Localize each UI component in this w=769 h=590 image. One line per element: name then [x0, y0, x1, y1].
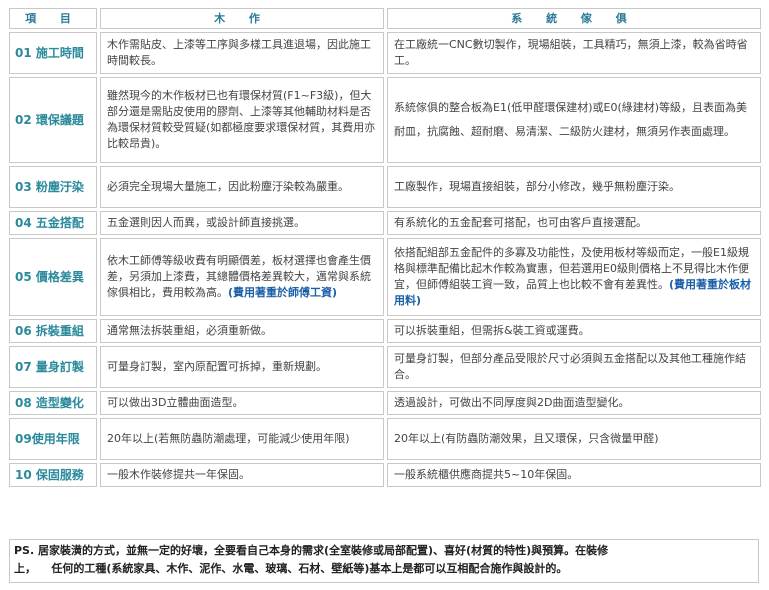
woodwork-note: (費用著重於師傅工資) [228, 286, 338, 299]
table-row: 03 粉塵汙染 必須完全現場大量施工，因此粉塵汙染較為嚴重。 工廠製作，現場直接… [9, 166, 761, 208]
row-label: 07 量身訂製 [9, 346, 97, 388]
woodwork-cell: 依木工師傅等級收費有明顯價差，板材選擇也會產生價差，另須加上漆費，其總體價格差異… [100, 238, 384, 316]
ps-line-2: 上， 任何的工種(系統家具、木作、泥作、水電、玻璃、石材、壁紙等)基本上是都可以… [14, 562, 568, 575]
system-cell: 可以拆裝重組，但需拆&裝工資或運費。 [387, 319, 761, 343]
table-row: 02 環保議題 雖然現今的木作板材已也有環保材質(F1~F3級)，但大部分還是需… [9, 77, 761, 163]
woodwork-cell: 可量身訂製，室內原配置可拆掉，重新規劃。 [100, 346, 384, 388]
woodwork-cell: 可以做出3D立體曲面造型。 [100, 391, 384, 415]
table-row: 01 施工時間 木作需貼皮、上漆等工序與多樣工具進退場，因此施工時間較長。 在工… [9, 32, 761, 74]
header-item: 項 目 [9, 8, 97, 29]
table-row: 09使用年限 20年以上(若無防蟲防潮處理，可能減少使用年限) 20年以上(有防… [9, 418, 761, 460]
row-label: 01 施工時間 [9, 32, 97, 74]
system-cell: 在工廠統一CNC數切製作，現場組裝，工具精巧，無須上漆，較為省時省工。 [387, 32, 761, 74]
comparison-table-wrapper: 項 目 木 作 系 統 傢 俱 01 施工時間 木作需貼皮、上漆等工序與多樣工具… [6, 5, 764, 490]
woodwork-cell: 五金選則因人而異，或設計師直接挑選。 [100, 211, 384, 235]
system-cell: 工廠製作，現場直接組裝，部分小修改，幾乎無粉塵汙染。 [387, 166, 761, 208]
woodwork-cell: 必須完全現場大量施工，因此粉塵汙染較為嚴重。 [100, 166, 384, 208]
woodwork-cell: 木作需貼皮、上漆等工序與多樣工具進退場，因此施工時間較長。 [100, 32, 384, 74]
system-cell: 有系統化的五金配套可搭配，也可由客戶直接選配。 [387, 211, 761, 235]
comparison-table: 項 目 木 作 系 統 傢 俱 01 施工時間 木作需貼皮、上漆等工序與多樣工具… [6, 5, 764, 490]
system-cell: 系統傢俱的整合板為E1(低甲醛環保建材)或E0(綠建材)等級，且表面為美耐皿，抗… [387, 77, 761, 163]
system-cell: 可量身訂製，但部分產品受限於尺寸必須與五金搭配以及其他工種施作結合。 [387, 346, 761, 388]
system-cell: 20年以上(有防蟲防潮效果，且又環保，只含微量甲醛) [387, 418, 761, 460]
table-row: 10 保固服務 一般木作裝修提共一年保固。 一般系統櫃供應商提共5~10年保固。 [9, 463, 761, 487]
header-row: 項 目 木 作 系 統 傢 俱 [9, 8, 761, 29]
row-label: 08 造型變化 [9, 391, 97, 415]
woodwork-cell: 一般木作裝修提共一年保固。 [100, 463, 384, 487]
woodwork-cell: 通常無法拆裝重組，必須重新做。 [100, 319, 384, 343]
table-row: 05 價格差異 依木工師傅等級收費有明顯價差，板材選擇也會產生價差，另須加上漆費… [9, 238, 761, 316]
table-row: 06 拆裝重組 通常無法拆裝重組，必須重新做。 可以拆裝重組，但需拆&裝工資或運… [9, 319, 761, 343]
row-label: 03 粉塵汙染 [9, 166, 97, 208]
ps-note: PS. 居家裝潢的方式，並無一定的好壞，全要看自己本身的需求(全室裝修或局部配置… [9, 539, 759, 583]
ps-line-1: PS. 居家裝潢的方式，並無一定的好壞，全要看自己本身的需求(全室裝修或局部配置… [14, 544, 609, 557]
woodwork-cell: 雖然現今的木作板材已也有環保材質(F1~F3級)，但大部分還是需貼皮使用的膠劑、… [100, 77, 384, 163]
system-cell: 透過設計，可做出不同厚度與2D曲面造型變化。 [387, 391, 761, 415]
system-cell: 一般系統櫃供應商提共5~10年保固。 [387, 463, 761, 487]
table-row: 04 五金搭配 五金選則因人而異，或設計師直接挑選。 有系統化的五金配套可搭配，… [9, 211, 761, 235]
row-label: 09使用年限 [9, 418, 97, 460]
woodwork-cell: 20年以上(若無防蟲防潮處理，可能減少使用年限) [100, 418, 384, 460]
row-label: 06 拆裝重組 [9, 319, 97, 343]
row-label: 02 環保議題 [9, 77, 97, 163]
header-system: 系 統 傢 俱 [387, 8, 761, 29]
system-cell: 依搭配組部五金配件的多寡及功能性，及使用板材等級而定，一般E1級規格與標準配備比… [387, 238, 761, 316]
row-label: 10 保固服務 [9, 463, 97, 487]
table-row: 08 造型變化 可以做出3D立體曲面造型。 透過設計，可做出不同厚度與2D曲面造… [9, 391, 761, 415]
table-row: 07 量身訂製 可量身訂製，室內原配置可拆掉，重新規劃。 可量身訂製，但部分產品… [9, 346, 761, 388]
row-label: 05 價格差異 [9, 238, 97, 316]
row-label: 04 五金搭配 [9, 211, 97, 235]
header-woodwork: 木 作 [100, 8, 384, 29]
